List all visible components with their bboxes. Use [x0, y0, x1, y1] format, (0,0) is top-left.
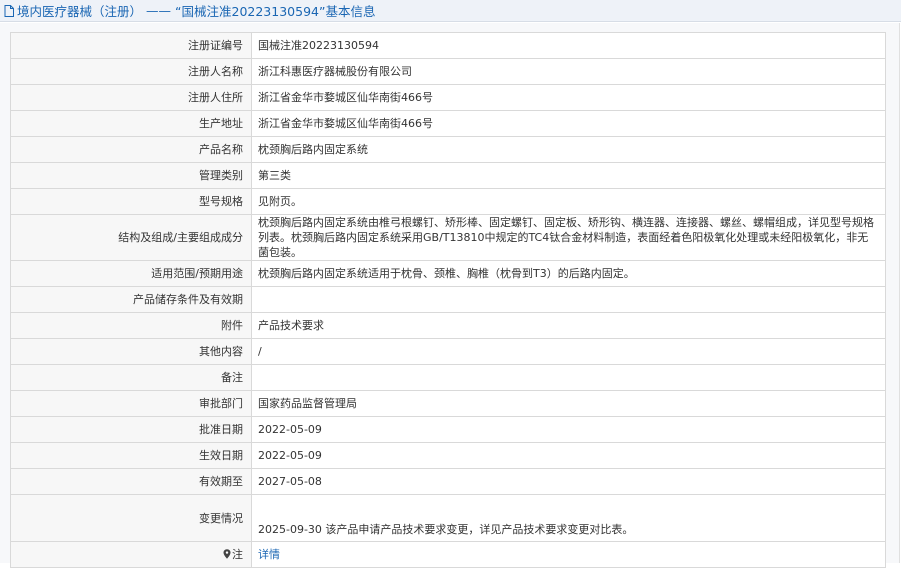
row-value	[251, 364, 886, 391]
header-separator: ——	[146, 3, 172, 18]
table-row: 注 详情	[10, 541, 886, 568]
row-value: 2022-05-09	[251, 416, 886, 443]
table-row: 适用范围/预期用途 枕颈胸后路内固定系统适用于枕骨、颈椎、胸椎（枕骨到T3）的后…	[10, 260, 886, 287]
row-label: 有效期至	[10, 468, 252, 495]
row-label: 批准日期	[10, 416, 252, 443]
table-row: 生产地址 浙江省金华市婺城区仙华南街466号	[10, 110, 886, 137]
page-header: 境内医疗器械（注册） —— “国械注准20223130594”基本信息	[0, 0, 901, 22]
table-row: 管理类别 第三类	[10, 162, 886, 189]
table-row: 审批部门 国家药品监督管理局	[10, 390, 886, 417]
row-label: 备注	[10, 364, 252, 391]
table-row: 注册证编号 国械注准20223130594	[10, 32, 886, 59]
row-label: 产品储存条件及有效期	[10, 286, 252, 313]
row-value: 产品技术要求	[251, 312, 886, 339]
header-category: 境内医疗器械（注册）	[17, 4, 143, 19]
row-label: 审批部门	[10, 390, 252, 417]
document-icon	[4, 4, 14, 17]
detail-link[interactable]: 详情	[258, 548, 280, 561]
table-row: 有效期至 2027-05-08	[10, 468, 886, 495]
table-row: 附件 产品技术要求	[10, 312, 886, 339]
row-value: 2025-09-30 该产品申请产品技术要求变更，详见产品技术要求变更对比表。	[258, 523, 634, 536]
row-value: 2022-05-09	[251, 442, 886, 469]
table-row: 生效日期 2022-05-09	[10, 442, 886, 469]
row-label: 型号规格	[10, 188, 252, 215]
table-row: 型号规格 见附页。	[10, 188, 886, 215]
table-row: 产品名称 枕颈胸后路内固定系统	[10, 136, 886, 163]
row-label: 生产地址	[10, 110, 252, 137]
map-pin-icon	[223, 549, 231, 559]
row-value: 见附页。	[251, 188, 886, 215]
table-row: 变更情况 2025-09-30 该产品申请产品技术要求变更，详见产品技术要求变更…	[10, 494, 886, 542]
row-value: 浙江科惠医疗器械股份有限公司	[251, 58, 886, 85]
table-row: 批准日期 2022-05-09	[10, 416, 886, 443]
row-label: 注册人名称	[10, 58, 252, 85]
registration-info-table: 注册证编号 国械注准20223130594 注册人名称 浙江科惠医疗器械股份有限…	[10, 32, 886, 568]
table-row: 注册人名称 浙江科惠医疗器械股份有限公司	[10, 58, 886, 85]
row-label: 附件	[10, 312, 252, 339]
row-value: 枕颈胸后路内固定系统	[251, 136, 886, 163]
table-row: 备注	[10, 364, 886, 391]
row-value-cell: 2025-09-30 该产品申请产品技术要求变更，详见产品技术要求变更对比表。	[251, 494, 886, 542]
row-label: 变更情况	[10, 494, 252, 542]
note-value-cell: 详情	[251, 541, 886, 568]
row-label: 其他内容	[10, 338, 252, 365]
row-value: 枕颈胸后路内固定系统由椎弓根螺钉、矫形棒、固定螺钉、固定板、矫形钩、横连器、连接…	[251, 214, 886, 261]
table-row: 结构及组成/主要组成成分 枕颈胸后路内固定系统由椎弓根螺钉、矫形棒、固定螺钉、固…	[10, 214, 886, 261]
note-label-cell: 注	[10, 541, 252, 568]
table-row: 其他内容 /	[10, 338, 886, 365]
row-value: 浙江省金华市婺城区仙华南街466号	[251, 84, 886, 111]
detail-panel: 注册证编号 国械注准20223130594 注册人名称 浙江科惠医疗器械股份有限…	[0, 23, 900, 568]
row-label: 产品名称	[10, 136, 252, 163]
table-row: 产品储存条件及有效期	[10, 286, 886, 313]
table-row: 注册人住所 浙江省金华市婺城区仙华南街466号	[10, 84, 886, 111]
row-value: /	[251, 338, 886, 365]
row-value: 浙江省金华市婺城区仙华南街466号	[251, 110, 886, 137]
row-value: 枕颈胸后路内固定系统适用于枕骨、颈椎、胸椎（枕骨到T3）的后路内固定。	[251, 260, 886, 287]
row-label: 结构及组成/主要组成成分	[10, 214, 252, 261]
row-label: 注册人住所	[10, 84, 252, 111]
row-value: 2027-05-08	[251, 468, 886, 495]
row-value: 国械注准20223130594	[251, 32, 886, 59]
row-label: 适用范围/预期用途	[10, 260, 252, 287]
row-label: 注册证编号	[10, 32, 252, 59]
header-title: “国械注准20223130594”基本信息	[175, 4, 376, 19]
row-label: 管理类别	[10, 162, 252, 189]
row-value: 第三类	[251, 162, 886, 189]
row-value: 国家药品监督管理局	[251, 390, 886, 417]
note-label: 注	[232, 548, 243, 561]
row-value	[251, 286, 886, 313]
row-label: 生效日期	[10, 442, 252, 469]
